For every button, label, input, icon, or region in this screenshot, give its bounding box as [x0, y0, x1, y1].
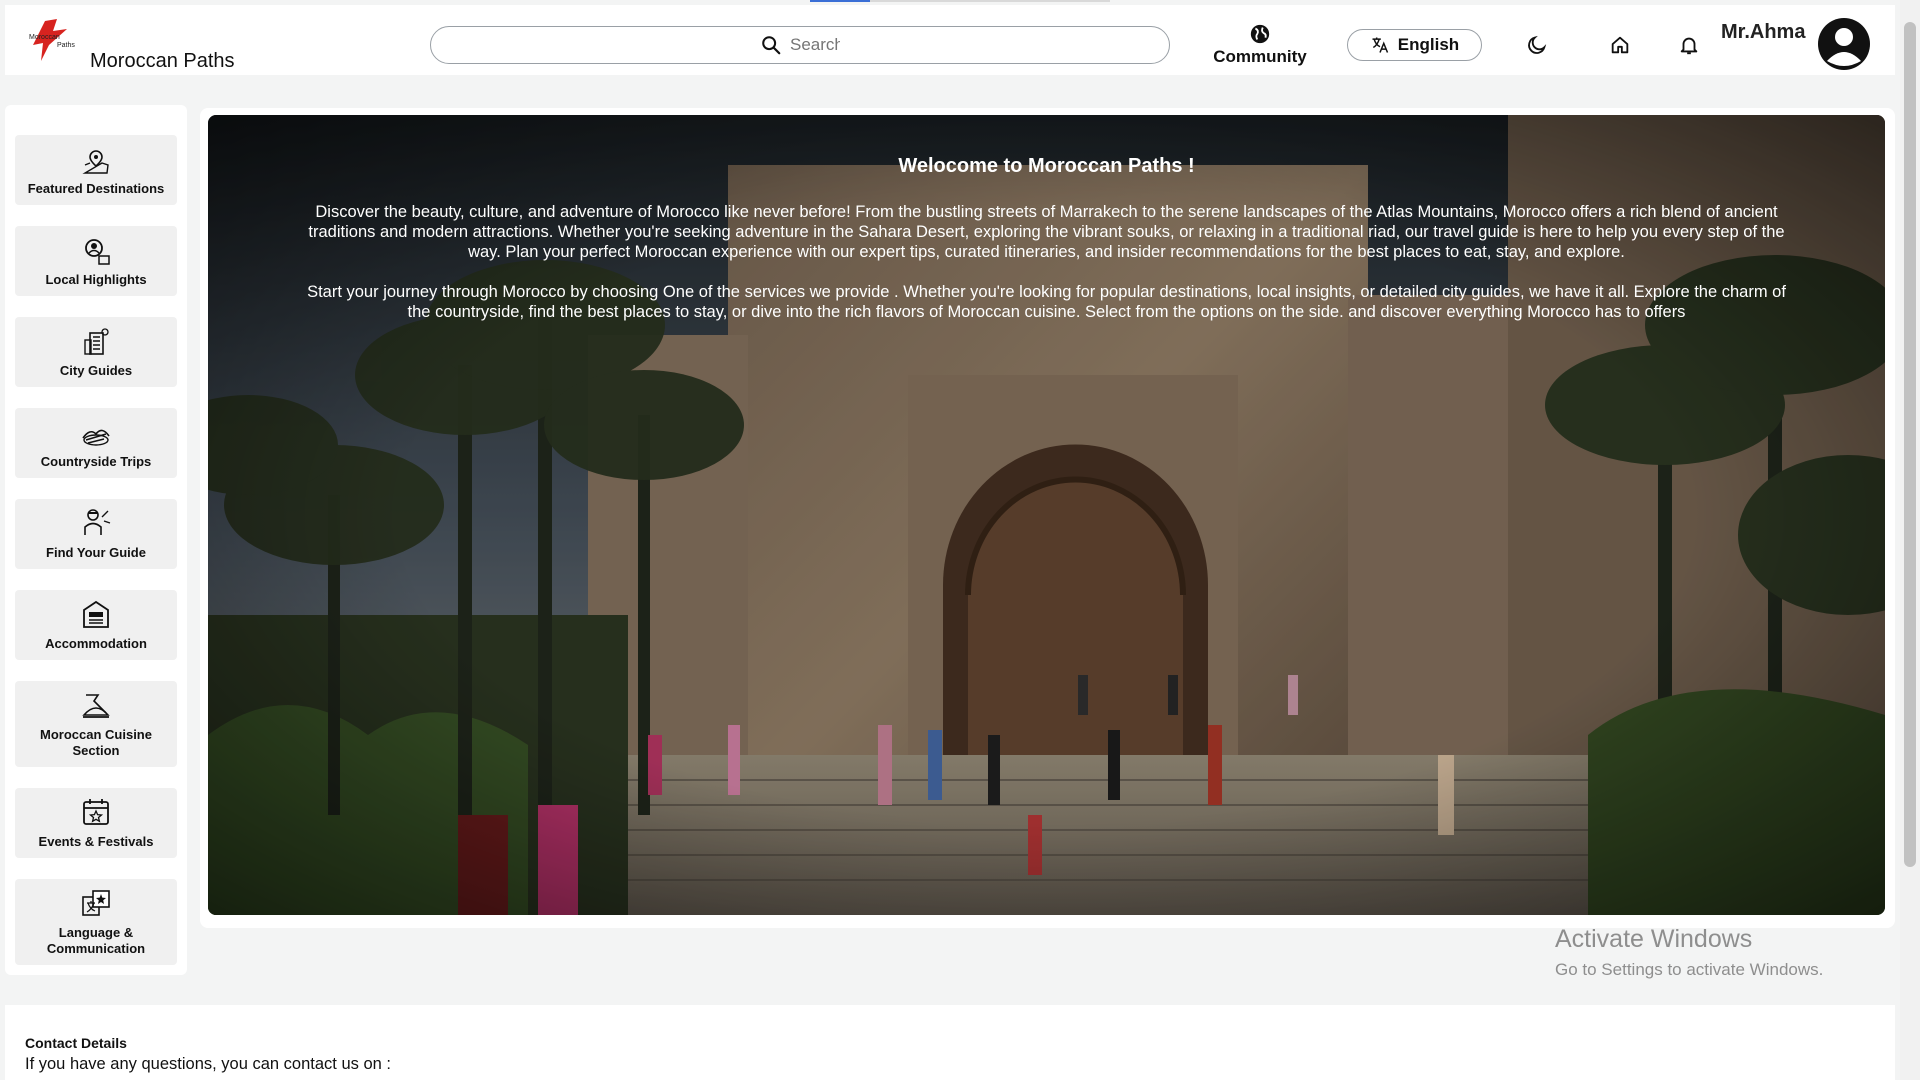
countryside-icon [82, 429, 110, 446]
sidebar-item-label: Events & Festivals [38, 834, 154, 849]
community-label: Community [1213, 47, 1307, 66]
sidebar-item-accommodation[interactable]: Accommodation [15, 590, 177, 660]
city-guide-icon [84, 328, 109, 355]
loading-indicator [810, 0, 1110, 2]
community-link[interactable]: Community [1210, 23, 1310, 67]
search-icon [762, 36, 781, 55]
notifications-button[interactable] [1675, 31, 1703, 59]
sidebar-item-label: Find Your Guide [46, 545, 146, 560]
translate-icon [82, 890, 110, 916]
sidebar-item-label: Language & Communication [46, 925, 146, 956]
sidebar-item-featured-destinations[interactable]: Featured Destinations [15, 135, 177, 205]
bell-icon [1680, 37, 1698, 55]
sidebar-item-label: Moroccan Cuisine Section [40, 727, 152, 758]
scrollbar-thumb[interactable] [1904, 22, 1916, 867]
home-button[interactable] [1606, 31, 1634, 59]
contact-title: Contact Details [25, 1035, 127, 1051]
sidebar-item-label: City Guides [59, 363, 133, 378]
sidebar-item-city-guides[interactable]: City Guides [15, 317, 177, 387]
search-bar[interactable] [430, 26, 1170, 64]
map-pin-icon [82, 150, 109, 174]
watermark-subtitle: Go to Settings to activate Windows. [1555, 960, 1824, 979]
windows-activation-watermark: Activate Windows Go to Settings to activ… [1555, 925, 1823, 980]
guide-person-icon [84, 509, 111, 535]
language-label: English [1397, 35, 1460, 54]
avatar[interactable] [1817, 17, 1871, 71]
sidebar-item-find-your-guide[interactable]: Find Your Guide [15, 499, 177, 569]
sidebar-item-countryside-trips[interactable]: Countryside Trips [15, 408, 177, 478]
hotel-icon [83, 600, 109, 628]
cuisine-icon [82, 694, 110, 718]
sidebar-item-label: Local Highlights [45, 272, 147, 287]
brand-name[interactable]: Moroccan Paths [90, 50, 235, 73]
dark-mode-toggle[interactable] [1523, 31, 1551, 59]
home-icon [1611, 36, 1629, 54]
brand-logo[interactable]: Moroccan Paths [27, 17, 83, 65]
hero-banner: Welocome to Moroccan Paths ! Discover th… [208, 115, 1885, 915]
svg-text:Moroccan: Moroccan [29, 34, 60, 41]
hero-title: Welocome to Moroccan Paths ! [898, 155, 1195, 177]
globe-icon [1250, 24, 1270, 44]
search-input[interactable] [790, 35, 840, 55]
sidebar-item-label: Featured Destinations [27, 181, 165, 196]
location-person-icon [85, 239, 110, 265]
hero-paragraph-intro: Discover the beauty, culture, and advent… [308, 203, 1785, 261]
translate-icon [1372, 37, 1388, 53]
sidebar-item-label: Accommodation [45, 636, 147, 651]
sidebar-item-language-communication[interactable]: Language & Communication [15, 879, 177, 965]
sidebar-item-events-festivals[interactable]: Events & Festivals [15, 788, 177, 858]
sidebar-item-moroccan-cuisine[interactable]: Moroccan Cuisine Section [15, 681, 177, 767]
contact-section: Contact Details If you have any question… [5, 1005, 1895, 1080]
top-header: Moroccan Paths Moroccan Paths Community … [5, 5, 1895, 75]
sidebar-item-label: Countryside Trips [40, 454, 152, 469]
language-button[interactable]: English [1347, 29, 1482, 61]
user-avatar-icon [1818, 18, 1870, 70]
hero-text: Welocome to Moroccan Paths ! Discover th… [208, 155, 1885, 342]
svg-text:Paths: Paths [57, 42, 75, 49]
sidebar: Featured Destinations Local Highlights C… [5, 105, 187, 975]
watermark-title: Activate Windows [1555, 925, 1753, 953]
hero-paragraph-services: Start your journey through Morocco by ch… [307, 283, 1786, 321]
calendar-star-icon [83, 799, 109, 825]
contact-subtitle: If you have any questions, you can conta… [25, 1055, 391, 1073]
sidebar-item-local-highlights[interactable]: Local Highlights [15, 226, 177, 296]
user-name[interactable]: Mr.Ahma [1721, 21, 1805, 44]
page-scrollbar[interactable] [1900, 0, 1920, 1080]
moon-icon [1528, 35, 1547, 54]
